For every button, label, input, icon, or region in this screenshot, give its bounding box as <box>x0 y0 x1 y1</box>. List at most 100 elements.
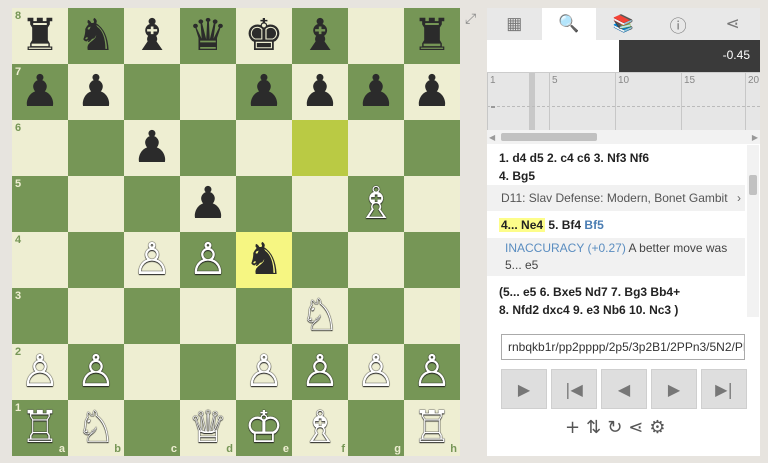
black-piece[interactable]: ♟ <box>236 64 292 120</box>
horizontal-scrollbar[interactable]: ◀ ▶ <box>487 130 760 144</box>
square-a4[interactable]: 4 <box>12 232 68 288</box>
variation-line-2[interactable]: 8. Nfd2 dxc4 9. e3 Nb6 10. Nc3 ) <box>499 303 678 317</box>
white-piece[interactable]: ♔ <box>236 400 292 456</box>
black-piece[interactable]: ♛ <box>180 8 236 64</box>
square-c6[interactable]: ♟ <box>124 120 180 176</box>
square-c1[interactable]: c <box>124 400 180 456</box>
square-f2[interactable]: ♙ <box>292 344 348 400</box>
square-e2[interactable]: ♙ <box>236 344 292 400</box>
white-piece[interactable]: ♖ <box>404 400 460 456</box>
square-g5[interactable]: ♗ <box>348 176 404 232</box>
next-move-button[interactable]: ▶ <box>651 369 697 409</box>
previous-move-button[interactable]: ◀ <box>601 369 647 409</box>
white-piece[interactable]: ♖ <box>12 400 68 456</box>
square-h6[interactable] <box>404 120 460 176</box>
white-piece[interactable]: ♙ <box>292 344 348 400</box>
square-h7[interactable]: ♟ <box>404 64 460 120</box>
square-e3[interactable] <box>236 288 292 344</box>
tab-share[interactable]: ⋖ <box>705 8 760 40</box>
square-c7[interactable] <box>124 64 180 120</box>
scroll-thumb[interactable] <box>501 133 597 141</box>
square-g8[interactable] <box>348 8 404 64</box>
square-c8[interactable]: ♝ <box>124 8 180 64</box>
black-piece[interactable]: ♚ <box>236 8 292 64</box>
scroll-left-icon[interactable]: ◀ <box>489 133 495 142</box>
white-piece[interactable]: ♙ <box>12 344 68 400</box>
white-piece[interactable]: ♙ <box>124 232 180 288</box>
square-f6[interactable] <box>292 120 348 176</box>
square-b5[interactable] <box>68 176 124 232</box>
square-d6[interactable] <box>180 120 236 176</box>
square-a2[interactable]: 2 ♙ <box>12 344 68 400</box>
black-piece[interactable]: ♞ <box>68 8 124 64</box>
square-g2[interactable]: ♙ <box>348 344 404 400</box>
eval-graph[interactable]: 1 5 10 15 20 <box>487 72 760 131</box>
square-h4[interactable] <box>404 232 460 288</box>
square-f4[interactable] <box>292 232 348 288</box>
tab-analysis[interactable]: ▦ <box>487 8 542 40</box>
square-d3[interactable] <box>180 288 236 344</box>
white-piece[interactable]: ♙ <box>348 344 404 400</box>
black-piece[interactable]: ♟ <box>180 176 236 232</box>
square-f3[interactable]: ♘ <box>292 288 348 344</box>
white-piece[interactable]: ♗ <box>348 176 404 232</box>
square-b3[interactable] <box>68 288 124 344</box>
square-f8[interactable]: ♝ <box>292 8 348 64</box>
last-move-button[interactable]: ▶| <box>701 369 747 409</box>
black-piece[interactable]: ♜ <box>404 8 460 64</box>
white-piece[interactable]: ♘ <box>292 288 348 344</box>
square-f5[interactable] <box>292 176 348 232</box>
expand-icon[interactable]: ⤢ <box>465 10 481 26</box>
black-piece[interactable]: ♜ <box>12 8 68 64</box>
reset-icon[interactable]: ↻ <box>607 417 622 438</box>
square-g4[interactable] <box>348 232 404 288</box>
variation-line-1[interactable]: (5... e5 6. Bxe5 Nd7 7. Bg3 Bb4+ <box>499 285 680 299</box>
vertical-scroll-thumb[interactable] <box>749 175 757 195</box>
square-e1[interactable]: e ♔ <box>236 400 292 456</box>
black-piece[interactable]: ♟ <box>124 120 180 176</box>
square-b7[interactable]: ♟ <box>68 64 124 120</box>
square-f1[interactable]: f ♗ <box>292 400 348 456</box>
square-a6[interactable]: 6 <box>12 120 68 176</box>
black-piece[interactable]: ♞ <box>236 232 292 288</box>
square-g1[interactable]: g <box>348 400 404 456</box>
square-g6[interactable] <box>348 120 404 176</box>
square-b4[interactable] <box>68 232 124 288</box>
chess-board[interactable]: 8 ♜ ♞ ♝ ♛ ♚ ♝ ♜ 7 ♟ ♟ ♟ ♟ ♟ ♟ 6 ♟ 5 ♟ ♗ 4 ♙ ♙ ♞ 3 ♘ 2 ♙ ♙ ♙ ♙ ♙ ♙ 1 a ♖ b ♘ c d… <box>12 8 460 456</box>
square-a8[interactable]: 8 ♜ <box>12 8 68 64</box>
square-a1[interactable]: 1 a ♖ <box>12 400 68 456</box>
square-e6[interactable] <box>236 120 292 176</box>
tab-library[interactable]: 📚 <box>596 8 651 40</box>
move-line-1[interactable]: 1. d4 d5 2. c4 c6 3. Nf3 Nf6 <box>499 151 649 165</box>
white-piece[interactable]: ♙ <box>180 232 236 288</box>
square-h1[interactable]: h ♖ <box>404 400 460 456</box>
white-piece[interactable]: ♙ <box>236 344 292 400</box>
square-a7[interactable]: 7 ♟ <box>12 64 68 120</box>
square-h3[interactable] <box>404 288 460 344</box>
square-g7[interactable]: ♟ <box>348 64 404 120</box>
square-e7[interactable]: ♟ <box>236 64 292 120</box>
tab-explorer[interactable]: 🔍 <box>541 8 597 40</box>
square-h2[interactable]: ♙ <box>404 344 460 400</box>
white-piece[interactable]: ♕ <box>180 400 236 456</box>
scroll-right-icon[interactable]: ▶ <box>752 133 758 142</box>
next-reply[interactable]: Bf5 <box>584 218 603 232</box>
square-g3[interactable] <box>348 288 404 344</box>
black-piece[interactable]: ♟ <box>292 64 348 120</box>
square-b1[interactable]: b ♘ <box>68 400 124 456</box>
square-d1[interactable]: d ♕ <box>180 400 236 456</box>
first-move-button[interactable]: |◀ <box>551 369 597 409</box>
black-piece[interactable]: ♟ <box>12 64 68 120</box>
settings-icon[interactable]: ⚙ <box>649 417 665 438</box>
vertical-scrollbar[interactable] <box>747 145 759 317</box>
square-d8[interactable]: ♛ <box>180 8 236 64</box>
square-c5[interactable] <box>124 176 180 232</box>
black-piece[interactable]: ♟ <box>404 64 460 120</box>
play-button[interactable]: ▶ <box>501 369 547 409</box>
white-piece[interactable]: ♗ <box>292 400 348 456</box>
tab-info[interactable]: ⓘ <box>651 8 706 40</box>
square-b2[interactable]: ♙ <box>68 344 124 400</box>
flip-board-icon[interactable]: ⇅ <box>586 417 601 438</box>
black-piece[interactable]: ♟ <box>348 64 404 120</box>
square-e8[interactable]: ♚ <box>236 8 292 64</box>
